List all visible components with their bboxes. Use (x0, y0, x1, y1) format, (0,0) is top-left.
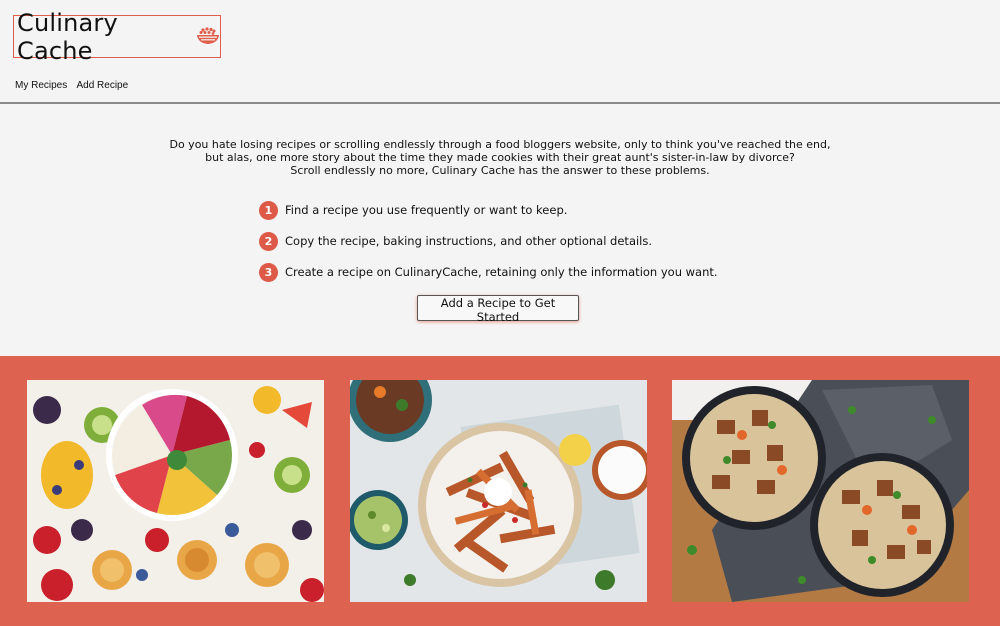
step-item: 1 Find a recipe you use frequently or wa… (259, 200, 718, 220)
add-recipe-cta-button[interactable]: Add a Recipe to Get Started (417, 295, 579, 324)
step-text: Find a recipe you use frequently or want… (285, 203, 568, 217)
noodle-bowls-photo (672, 380, 969, 602)
nav-my-recipes[interactable]: My Recipes (15, 80, 67, 91)
step-number-badge: 1 (259, 200, 278, 220)
step-item: 3 Create a recipe on CulinaryCache, reta… (259, 262, 718, 282)
intro-line-1: Do you hate losing recipes or scrolling … (169, 138, 831, 151)
main-nav: My Recipes Add Recipe (15, 80, 135, 91)
steps-list: 1 Find a recipe you use frequently or wa… (259, 200, 718, 293)
step-text: Copy the recipe, baking instructions, an… (285, 234, 653, 248)
step-number-badge: 3 (259, 262, 278, 282)
step-number-badge: 2 (259, 231, 278, 251)
fruit-bowl-photo (27, 380, 324, 602)
brand-name: Culinary Cache (17, 8, 118, 65)
sweet-potato-fries-photo (350, 380, 647, 602)
step-text: Create a recipe on CulinaryCache, retain… (285, 265, 718, 279)
nav-add-recipe[interactable]: Add Recipe (76, 80, 128, 91)
logo[interactable]: Culinary Cache (13, 9, 221, 65)
step-item: 2 Copy the recipe, baking instructions, … (259, 231, 718, 251)
intro-line-2: but alas, one more story about the time … (205, 151, 795, 164)
header-divider (0, 102, 1000, 104)
bowl-icon (196, 26, 220, 50)
intro-text: Do you hate losing recipes or scrolling … (0, 138, 1000, 177)
intro-line-3: Scroll endlessly no more, Culinary Cache… (290, 164, 710, 177)
